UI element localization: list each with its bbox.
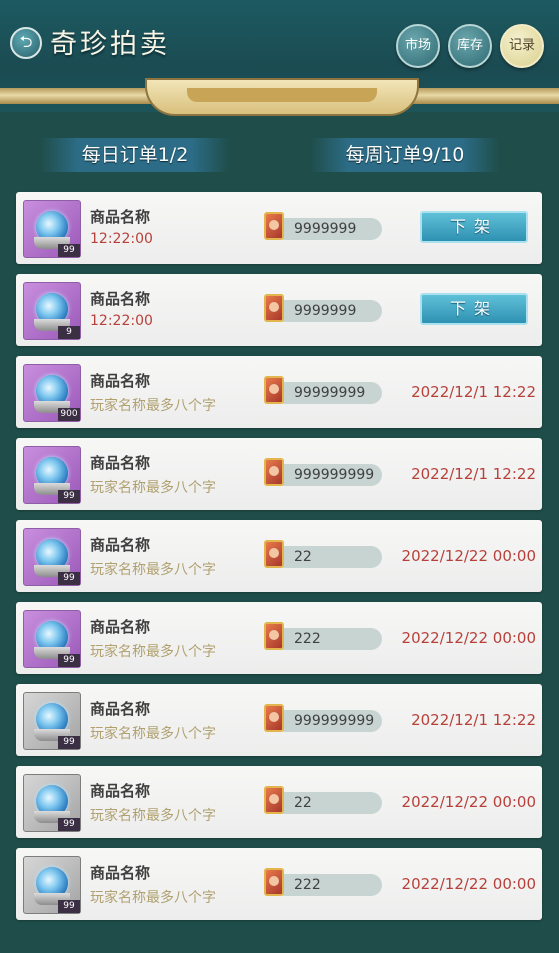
daily-order-quota: 每日订单1/2 [40,138,230,172]
price-value: 999999999 [294,713,375,729]
price-field: 22 [274,792,382,814]
record-button[interactable]: 记录 [500,24,544,68]
quantity-badge: 900 [58,408,80,421]
back-button[interactable]: ⮌ [10,27,42,59]
order-row: 99 商品名称 12:22:00 9999999 下架 [16,192,542,264]
currency-card-icon [264,540,284,568]
item-name: 商品名称 [90,618,151,636]
sold-datetime: 2022/12/22 00:00 [401,793,536,811]
player-name: 玩家名称最多八个字 [90,726,216,742]
price-field: 9999999 [274,300,382,322]
item-orb-icon[interactable]: 99 [23,856,81,914]
item-name: 商品名称 [90,536,151,554]
item-orb-icon[interactable]: 99 [23,446,81,504]
item-orb-icon[interactable]: 99 [23,692,81,750]
item-name: 商品名称 [90,864,151,882]
price-value: 999999999 [294,467,375,483]
order-row: 99 商品名称玩家名称最多八个字 22 2022/12/22 00:00 [16,520,542,592]
quantity-badge: 99 [58,654,80,667]
market-button[interactable]: 市场 [396,24,440,68]
order-row: 9 商品名称 12:22:00 9999999 下架 [16,274,542,346]
item-orb-icon[interactable]: 99 [23,774,81,832]
item-name: 商品名称 [90,290,151,308]
player-name: 玩家名称最多八个字 [90,890,216,906]
quantity-badge: 99 [58,900,80,913]
back-arrow-icon: ⮌ [19,32,33,51]
price-field: 222 [274,874,382,896]
price-value: 9999999 [294,221,357,237]
price-value: 99999999 [294,385,366,401]
weekly-order-quota: 每周订单9/10 [310,138,500,172]
sold-datetime: 2022/12/1 12:22 [411,383,536,401]
currency-card-icon [264,786,284,814]
sold-datetime: 2022/12/22 00:00 [401,629,536,647]
price-field: 999999999 [274,464,382,486]
page-title: 奇珍拍卖 [50,29,170,60]
sold-datetime: 2022/12/1 12:22 [411,465,536,483]
price-field: 999999999 [274,710,382,732]
currency-card-icon [264,622,284,650]
item-orb-icon[interactable]: 99 [23,610,81,668]
order-row: 99 商品名称玩家名称最多八个字 222 2022/12/22 00:00 [16,848,542,920]
sold-datetime: 2022/12/22 00:00 [401,547,536,565]
player-name: 玩家名称最多八个字 [90,398,216,414]
item-orb-icon[interactable]: 99 [23,528,81,586]
currency-card-icon [264,212,284,240]
item-name: 商品名称 [90,372,151,390]
order-row: 900 商品名称玩家名称最多八个字 99999999 2022/12/1 12:22 [16,356,542,428]
order-row: 99 商品名称玩家名称最多八个字 22 2022/12/22 00:00 [16,766,542,838]
header-ornament [145,78,419,116]
sold-datetime: 2022/12/1 12:22 [411,711,536,729]
remaining-time: 12:22:00 [90,313,153,329]
item-name: 商品名称 [90,454,151,472]
currency-card-icon [264,294,284,322]
item-name: 商品名称 [90,700,151,718]
currency-card-icon [264,868,284,896]
delist-button[interactable]: 下架 [420,211,528,243]
price-value: 22 [294,795,312,811]
order-row: 99 商品名称玩家名称最多八个字 999999999 2022/12/1 12:22 [16,438,542,510]
player-name: 玩家名称最多八个字 [90,480,216,496]
remaining-time: 12:22:00 [90,231,153,247]
price-field: 22 [274,546,382,568]
player-name: 玩家名称最多八个字 [90,644,216,660]
currency-card-icon [264,376,284,404]
price-value: 22 [294,549,312,565]
item-orb-icon[interactable]: 99 [23,200,81,258]
quantity-badge: 99 [58,736,80,749]
currency-card-icon [264,704,284,732]
inventory-button[interactable]: 库存 [448,24,492,68]
order-row: 99 商品名称玩家名称最多八个字 999999999 2022/12/1 12:22 [16,684,542,756]
item-name: 商品名称 [90,782,151,800]
quantity-badge: 99 [58,572,80,585]
quantity-badge: 99 [58,244,80,257]
sold-datetime: 2022/12/22 00:00 [401,875,536,893]
price-field: 99999999 [274,382,382,404]
quantity-badge: 9 [58,326,80,339]
quantity-badge: 99 [58,490,80,503]
price-value: 9999999 [294,303,357,319]
player-name: 玩家名称最多八个字 [90,562,216,578]
item-orb-icon[interactable]: 900 [23,364,81,422]
delist-button[interactable]: 下架 [420,293,528,325]
header-bar: ⮌ 奇珍拍卖 市场 库存 记录 [0,0,559,116]
price-field: 222 [274,628,382,650]
auction-page: ⮌ 奇珍拍卖 市场 库存 记录 每日订单1/2 每周订单9/10 99 商品名称 1… [0,0,559,953]
price-value: 222 [294,631,321,647]
price-field: 9999999 [274,218,382,240]
order-row: 99 商品名称玩家名称最多八个字 222 2022/12/22 00:00 [16,602,542,674]
price-value: 222 [294,877,321,893]
item-orb-icon[interactable]: 9 [23,282,81,340]
currency-card-icon [264,458,284,486]
quantity-badge: 99 [58,818,80,831]
item-name: 商品名称 [90,208,151,226]
player-name: 玩家名称最多八个字 [90,808,216,824]
